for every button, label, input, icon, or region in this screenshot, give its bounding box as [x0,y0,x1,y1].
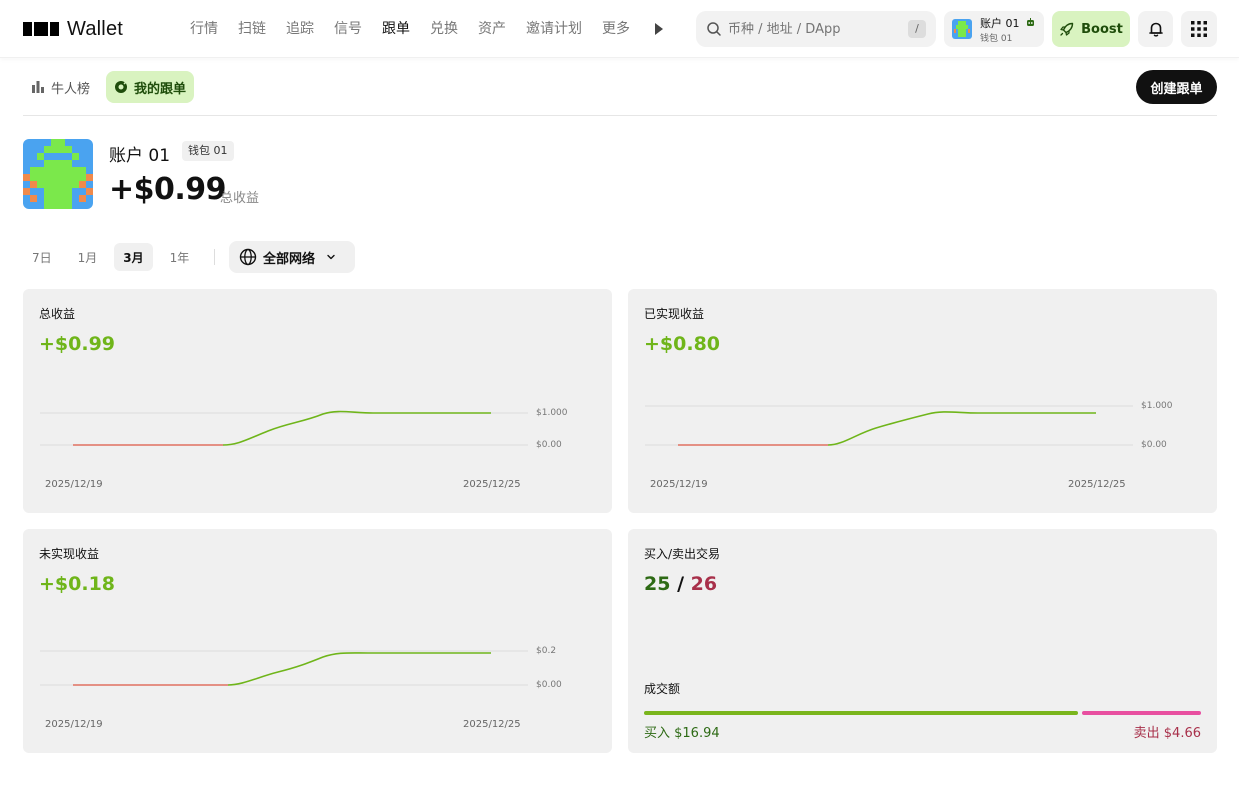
x-label-start: 2025/12/19 [45,479,103,490]
bar-chart-icon [32,81,44,93]
nav-item-assets[interactable]: 资产 [478,18,506,38]
nav-item-more[interactable]: 更多 [602,18,630,38]
rocket-icon [1060,22,1074,36]
realized-pnl-card: 已实现收益 +$0.80 $1.000 $0.00 2025/12/19 202… [628,289,1217,513]
period-1m[interactable]: 1月 [69,243,107,271]
nav-item-referral[interactable]: 邀请计划 [526,18,582,38]
tab-leaderboard[interactable]: 牛人榜 [23,71,98,103]
bell-icon [1148,22,1163,37]
x-label-end: 2025/12/25 [463,479,521,490]
okx-logo-icon [23,22,59,36]
account-avatar [952,19,972,39]
tab-my-copy-trades[interactable]: 我的跟单 [106,71,195,103]
profile-avatar [23,139,93,209]
sell-volume-bar [1082,711,1201,715]
y-label-top: $0.2 [536,646,557,656]
globe-icon [239,248,257,266]
profile-total-label: 总收益 [220,191,260,206]
boost-button[interactable]: Boost [1052,11,1130,47]
x-label-start: 2025/12/19 [650,479,708,490]
trades-count: 25 / 26 [644,573,717,595]
copy-trade-icon [115,80,128,93]
period-filters: 7日 1月 3月 1年 [23,243,231,271]
notifications-button[interactable] [1138,11,1173,47]
period-7d[interactable]: 7日 [23,243,61,271]
positive-segment [827,411,1096,446]
chevron-down-icon [327,254,335,260]
realized-pnl-chart [645,405,1133,446]
search-box[interactable]: / [696,11,936,47]
main-nav: 行情 扫链 追踪 信号 跟单 兑换 资产 邀请计划 更多 [190,18,650,38]
total-pnl-chart [40,410,528,446]
top-header: Wallet 行情 扫链 追踪 信号 跟单 兑换 资产 邀请计划 更多 / 账户… [0,0,1239,58]
wallet-tag: 钱包 01 [182,141,234,161]
y-label-zero: $0.00 [1141,440,1167,450]
account-switcher[interactable]: 账户 01 钱包 01 [944,11,1044,47]
buy-volume-bar [644,711,1078,715]
nav-item-swap[interactable]: 兑换 [430,18,458,38]
buy-count: 25 [644,573,671,595]
profile-name: 账户 01 [109,146,171,166]
section-divider [23,115,1217,116]
sell-volume-label: 卖出 $4.66 [1133,726,1201,741]
nav-item-market[interactable]: 行情 [190,18,218,38]
x-label-end: 2025/12/25 [1068,479,1126,490]
volume-title: 成交额 [644,682,681,696]
network-label: 全部网络 [263,251,316,267]
period-1y[interactable]: 1年 [161,243,199,271]
tab-my-copy-trades-label: 我的跟单 [134,81,187,97]
x-label-end: 2025/12/25 [463,719,521,730]
bot-icon [1027,18,1034,26]
search-icon [707,22,721,36]
logo-text: Wallet [67,17,124,40]
create-copy-trade-button[interactable]: 创建跟单 [1136,70,1217,104]
sub-tabs: 牛人榜 我的跟单 [23,71,195,103]
account-name: 账户 01 [980,17,1020,30]
y-label-top: $1.000 [536,408,568,418]
positive-segment [222,410,491,446]
unrealized-pnl-card: 未实现收益 +$0.18 $0.2 $0.00 2025/12/19 2025/… [23,529,612,753]
total-pnl-card: 总收益 +$0.99 $1.000 $0.00 2025/12/19 2025/… [23,289,612,513]
network-selector[interactable]: 全部网络 [229,241,355,273]
grid-icon [1191,21,1207,37]
period-3m[interactable]: 3月 [114,243,153,271]
nav-scroll-right-icon[interactable] [655,23,663,35]
nav-item-track[interactable]: 追踪 [286,18,314,38]
trades-title: 买入/卖出交易 [644,547,721,561]
tab-leaderboard-label: 牛人榜 [51,81,91,97]
filter-separator [214,249,216,265]
boost-label: Boost [1081,21,1123,37]
apps-menu-button[interactable] [1181,11,1217,47]
positive-segment [227,652,491,686]
y-label-zero: $0.00 [536,440,562,450]
profile-total-pnl: +$0.99 [109,172,227,207]
search-input[interactable] [728,21,898,37]
y-label-zero: $0.00 [536,680,562,690]
trades-card: 买入/卖出交易 25 / 26 成交额 买入 $16.94 卖出 $4.66 [628,529,1217,753]
trades-separator: / [677,573,685,595]
okx-wallet-logo[interactable]: Wallet [23,14,123,44]
sell-count: 26 [690,573,718,595]
nav-item-signal[interactable]: 信号 [334,18,362,38]
buy-volume-label: 买入 $16.94 [644,726,720,741]
nav-item-scan[interactable]: 扫链 [238,18,266,38]
search-shortcut-key: / [908,20,926,38]
account-wallet: 钱包 01 [980,34,1013,44]
y-label-top: $1.000 [1141,401,1173,411]
x-label-start: 2025/12/19 [45,719,103,730]
unrealized-pnl-chart [40,650,528,686]
nav-item-copy-trade[interactable]: 跟单 [382,18,410,38]
